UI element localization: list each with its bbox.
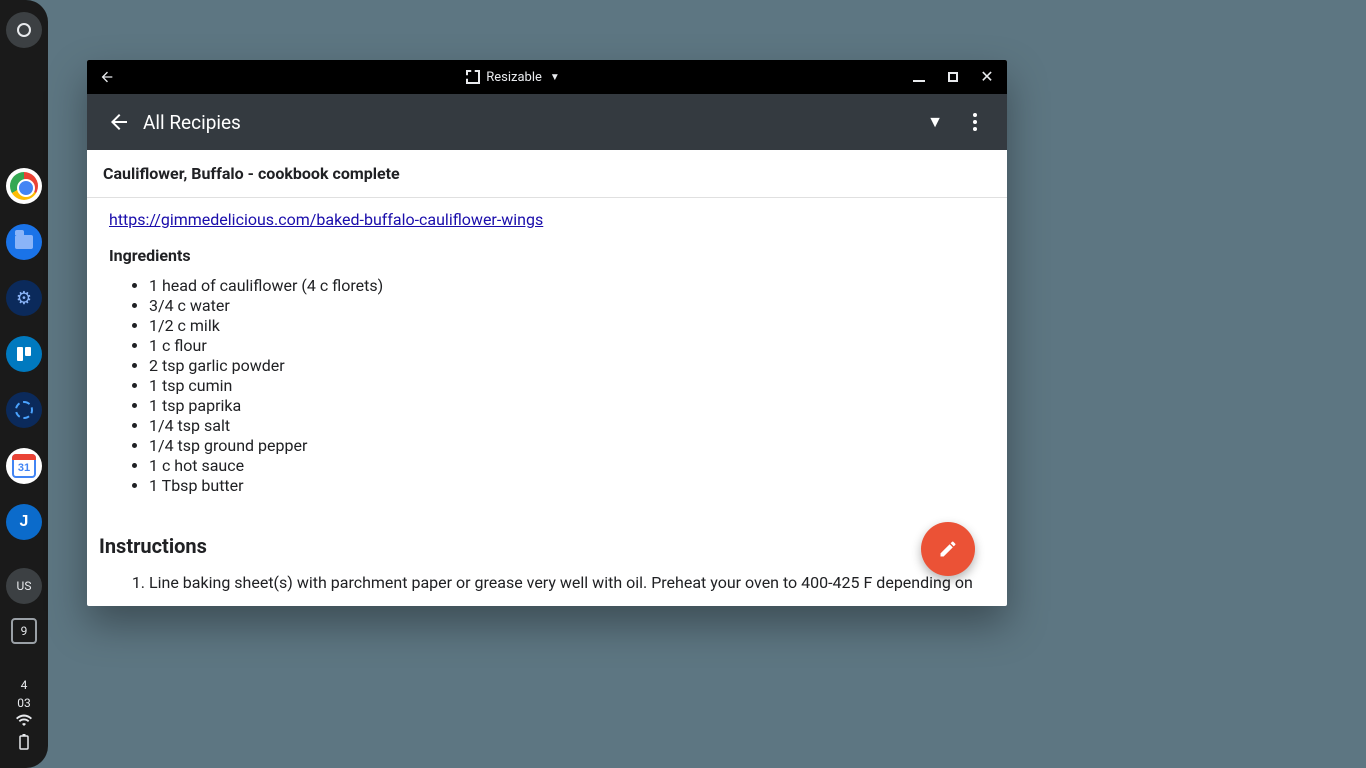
recipe-source-link[interactable]: https://gimmedelicious.com/baked-buffalo… <box>109 210 543 229</box>
ime-label: US <box>17 579 32 593</box>
folder-icon <box>15 235 33 249</box>
joplin-icon: J <box>20 513 29 531</box>
window-maximize-button[interactable] <box>939 63 967 91</box>
window-minimize-button[interactable] <box>905 63 933 91</box>
ingredient-item: 1 Tbsp butter <box>149 476 985 496</box>
shelf-app-calendar[interactable]: 31 <box>6 448 42 484</box>
edit-icon <box>938 539 958 559</box>
ingredient-item: 1 c flour <box>149 336 985 356</box>
shelf-app-files[interactable] <box>6 224 42 260</box>
appbar-dropdown-button[interactable]: ▼ <box>915 102 955 142</box>
window-titlebar: Resizable ▼ ✕ <box>87 60 1007 94</box>
ingredient-item: 1 tsp paprika <box>149 396 985 416</box>
clock-bottom: 03 <box>17 696 31 710</box>
calendar-icon: 31 <box>12 454 36 478</box>
ingredients-list: 1 head of cauliflower (4 c florets)3/4 c… <box>109 276 985 496</box>
ingredient-item: 1/4 tsp salt <box>149 416 985 436</box>
battery-icon <box>19 734 29 754</box>
minimize-icon <box>913 80 925 82</box>
arrow-left-icon <box>107 110 131 134</box>
launcher-circle-icon <box>17 23 31 37</box>
shelf-app-signal[interactable] <box>6 392 42 428</box>
gear-icon: ⚙ <box>16 288 32 309</box>
dot-icon <box>973 113 977 117</box>
wifi-icon <box>16 714 32 730</box>
ingredients-heading: Ingredients <box>109 246 985 266</box>
ime-indicator[interactable]: US <box>6 568 42 604</box>
appbar-title: All Recipies <box>143 111 241 134</box>
dot-icon <box>973 120 977 124</box>
shelf-app-trello[interactable] <box>6 336 42 372</box>
instruction-step: Line baking sheet(s) with parchment pape… <box>149 573 985 593</box>
ingredient-item: 1/2 c milk <box>149 316 985 336</box>
ingredient-item: 3/4 c water <box>149 296 985 316</box>
recipe-content: https://gimmedelicious.com/baked-buffalo… <box>87 198 1007 606</box>
shelf-app-gear[interactable]: ⚙ <box>6 280 42 316</box>
appbar-back-button[interactable] <box>99 102 139 142</box>
os-shelf: ⚙ 31 J US 9 4 03 <box>0 0 48 768</box>
notification-badge[interactable]: 9 <box>11 618 37 644</box>
appbar-overflow-menu-button[interactable] <box>955 102 995 142</box>
close-icon: ✕ <box>980 69 993 85</box>
triangle-down-icon: ▼ <box>927 112 943 132</box>
clock-top: 4 <box>21 678 28 692</box>
edit-fab-button[interactable] <box>921 522 975 576</box>
resize-icon <box>466 70 480 84</box>
chrome-icon <box>10 172 38 200</box>
instructions-heading: Instructions <box>99 534 985 559</box>
instructions-list: Line baking sheet(s) with parchment pape… <box>109 573 985 593</box>
launcher-button[interactable] <box>6 12 42 48</box>
signal-icon <box>15 401 33 419</box>
ingredient-item: 2 tsp garlic powder <box>149 356 985 376</box>
titlebar-resize-label: Resizable <box>486 70 542 85</box>
status-tray[interactable]: 4 03 <box>16 678 32 768</box>
chevron-down-icon: ▼ <box>550 72 560 83</box>
ingredient-item: 1 c hot sauce <box>149 456 985 476</box>
recipe-title: Cauliflower, Buffalo - cookbook complete <box>87 150 1007 198</box>
window-close-button[interactable]: ✕ <box>973 63 1001 91</box>
app-window: Resizable ▼ ✕ All Recipies ▼ Cauliflower… <box>87 60 1007 606</box>
calendar-day: 31 <box>18 462 30 474</box>
shelf-app-joplin[interactable]: J <box>6 504 42 540</box>
shelf-app-chrome[interactable] <box>6 168 42 204</box>
dot-icon <box>973 127 977 131</box>
maximize-icon <box>948 72 958 82</box>
trello-icon <box>17 347 31 361</box>
ingredient-item: 1 head of cauliflower (4 c florets) <box>149 276 985 296</box>
ingredient-item: 1/4 tsp ground pepper <box>149 436 985 456</box>
ingredient-item: 1 tsp cumin <box>149 376 985 396</box>
titlebar-resize-menu[interactable]: Resizable ▼ <box>121 70 905 85</box>
titlebar-back-button[interactable] <box>93 63 121 91</box>
arrow-left-icon <box>99 69 115 85</box>
app-bar: All Recipies ▼ <box>87 94 1007 150</box>
notification-count: 9 <box>21 624 28 638</box>
